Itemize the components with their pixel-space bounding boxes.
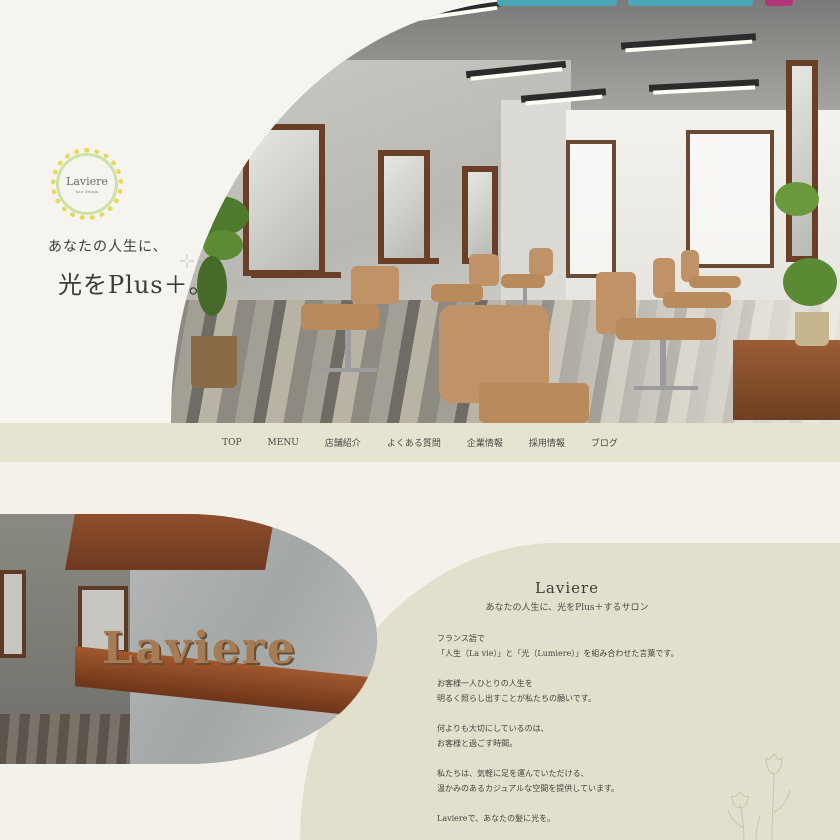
window-frame (686, 130, 774, 268)
nav-item-top[interactable]: TOP (222, 438, 241, 448)
about-line: 「人生（La vie）」と「光（Lumiere）」を組み合わせた言葉です。 (437, 649, 679, 658)
sparkle-icon (180, 254, 194, 268)
about-title: Laviere (534, 579, 600, 597)
about-line: 明るく照らし出すことが私たちの願いです。 (437, 694, 596, 703)
logo-subtitle: hair design (75, 188, 99, 194)
instagram-icon[interactable] (765, 0, 793, 6)
about-line: Laviereで、あなたの髪に光を。 (437, 814, 556, 823)
top-nav-button[interactable] (628, 0, 753, 6)
nav-item-menu[interactable]: MENU (268, 438, 299, 448)
hero-section: Laviere hair design あなたの人生に、 光をPlus＋。 (0, 0, 840, 423)
mirror-shelf (379, 258, 439, 264)
about-subtitle: あなたの人生に、光をPlus＋するサロン (485, 603, 649, 613)
top-nav-button[interactable] (497, 0, 617, 6)
about-line: フランス語で (437, 634, 485, 643)
mirror (243, 124, 325, 276)
laviere-logo[interactable]: Laviere hair design (51, 148, 123, 220)
about-paragraph: お客様一人ひとりの人生を 明るく照らし出すことが私たちの願いです。 (437, 676, 596, 706)
salon-interior-photo (171, 0, 840, 423)
nav-item-company[interactable]: 企業情報 (467, 436, 503, 449)
window-frame (566, 140, 616, 278)
about-paragraph: 私たちは、気軽に足を運んでいただける、 温かみのあるカジュアルな空間を提供してい… (437, 766, 619, 796)
nav-item-store[interactable]: 店舗紹介 (325, 436, 361, 449)
wood-counter (733, 340, 840, 420)
photo-floor (0, 714, 135, 764)
main-nav: TOP MENU 店舗紹介 よくある質問 企業情報 採用情報 ブログ (0, 423, 840, 462)
nav-item-blog[interactable]: ブログ (591, 436, 618, 449)
about-line: お客様と過ごす時間。 (437, 739, 518, 748)
about-paragraph: フランス語で 「人生（La vie）」と「光（Lumiere）」を組み合わせた言… (437, 631, 679, 661)
mirror (786, 60, 818, 262)
about-line: 何よりも大切にしているのは、 (437, 724, 549, 733)
catchphrase-line2: 光をPlus＋。 (58, 271, 214, 299)
nav-item-recruit[interactable]: 採用情報 (529, 436, 565, 449)
logo-title: Laviere (66, 174, 108, 188)
about-paragraph: Laviereで、あなたの髪に光を。 (437, 811, 555, 826)
mirror (0, 570, 26, 658)
nav-item-faq[interactable]: よくある質問 (387, 436, 441, 449)
tulip-illustration-icon (727, 753, 791, 840)
laviere-sign-letters: Laviere (102, 623, 297, 674)
mirror-shelf (251, 272, 341, 278)
about-paragraph: 何よりも大切にしているのは、 お客様と過ごす時間。 (437, 721, 549, 751)
wood-beam (65, 514, 275, 570)
catchphrase-line1: あなたの人生に、 (48, 239, 168, 255)
about-line: 私たちは、気軽に足を運んでいただける、 (437, 769, 589, 778)
about-line: 温かみのあるカジュアルな空間を提供しています。 (437, 784, 620, 793)
mirror (462, 166, 498, 264)
mirror (378, 150, 430, 264)
about-line: お客様一人ひとりの人生を (437, 679, 533, 688)
